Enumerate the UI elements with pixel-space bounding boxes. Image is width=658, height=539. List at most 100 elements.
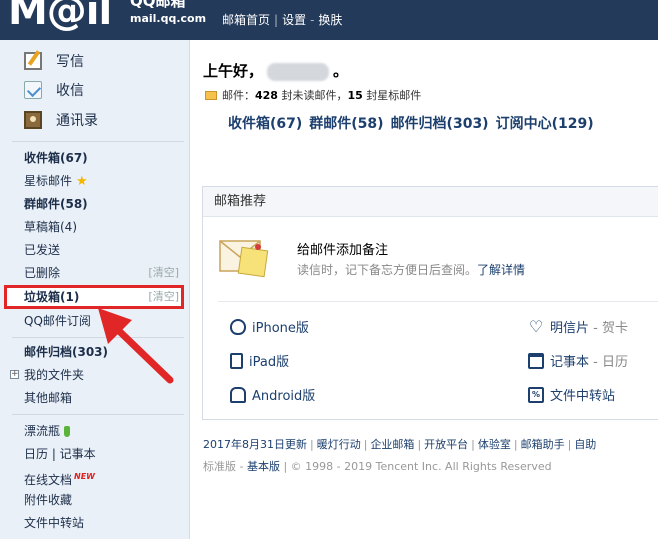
- app-postcard-label: 明信片: [550, 321, 590, 336]
- receive-label: 收信: [56, 83, 84, 99]
- top-header: M@il QQ邮箱 mail.qq.com 邮箱首页 | 设置 - 换肤: [0, 0, 658, 40]
- copyright-text: © 1998 - 2019 Tencent Inc. All Rights Re…: [290, 460, 552, 473]
- folder-spam[interactable]: 垃圾箱(1): [24, 287, 79, 307]
- envelope-icon: [205, 90, 217, 100]
- receive-button[interactable]: 收信: [24, 79, 84, 103]
- app-postcard[interactable]: ♡ 明信片 - 贺卡: [528, 316, 628, 339]
- app-postcard-sub: - 贺卡: [589, 321, 628, 336]
- new-badge: NEW: [74, 472, 95, 481]
- app-android-label: Android版: [252, 389, 316, 404]
- compose-label: 写信: [56, 54, 84, 70]
- compose-button[interactable]: 写信: [24, 50, 84, 74]
- contacts-icon: [24, 111, 42, 129]
- clear-spam-link[interactable]: [清空]: [148, 287, 179, 307]
- mail-info-prefix: 邮件：: [222, 89, 255, 102]
- app-notebook[interactable]: 记事本 - 日历: [528, 352, 628, 373]
- online-docs-label: 在线文档: [24, 473, 73, 487]
- tool-drift-bottle[interactable]: 漂流瓶: [24, 421, 71, 441]
- footer-link-open-platform[interactable]: 开放平台: [424, 438, 468, 451]
- nav-mail-home[interactable]: 邮箱首页: [222, 13, 270, 27]
- brand-text: QQ邮箱 mail.qq.com: [130, 0, 206, 26]
- quick-link-inbox[interactable]: 收件箱(67): [228, 116, 302, 132]
- unread-count[interactable]: 428: [255, 89, 278, 102]
- rec-title[interactable]: 给邮件添加备注: [297, 239, 388, 258]
- header-nav: 邮箱首页 | 设置 - 换肤: [222, 13, 343, 27]
- footer-link-lab[interactable]: 体验室: [478, 438, 511, 451]
- apple-icon: [230, 318, 246, 335]
- panel-title: 邮箱推荐: [203, 187, 658, 217]
- sidebar-divider: [12, 141, 184, 142]
- greeting-text: 上午好，: [203, 62, 264, 80]
- note-envelope-icon: [219, 240, 269, 278]
- quick-links: 收件箱(67) 群邮件(58) 邮件归档(303) 订阅中心(129): [228, 113, 601, 133]
- mail-summary: 邮件：428 封未读邮件，15 封星标邮件: [205, 87, 421, 103]
- footer-link-warm-light[interactable]: 暖灯行动: [317, 438, 361, 451]
- footer-link-assistant[interactable]: 邮箱助手: [521, 438, 565, 451]
- folder-other-mailboxes[interactable]: 其他邮箱: [24, 388, 72, 408]
- app-notebook-label: 记事本: [550, 355, 590, 370]
- app-android[interactable]: Android版: [230, 386, 316, 407]
- footer-copyright: 标准版 - 基本版 | © 1998 - 2019 Tencent Inc. A…: [203, 460, 552, 473]
- nav-skin[interactable]: 换肤: [318, 13, 342, 27]
- folder-group[interactable]: 群邮件(58): [24, 194, 88, 214]
- rec-desc: 读信时，记下备忘方便日后查阅。了解详情: [297, 261, 525, 278]
- blurred-username: [267, 62, 330, 81]
- app-file-transfer[interactable]: % 文件中转站: [528, 386, 616, 407]
- folder-deleted[interactable]: 已删除: [24, 263, 60, 283]
- file-transfer-icon: %: [528, 386, 544, 403]
- app-iphone-label: iPhone版: [252, 321, 309, 336]
- pencil-icon: [24, 52, 42, 70]
- brand-name: QQ邮箱: [130, 0, 186, 10]
- app-ipad-label: iPad版: [249, 355, 290, 370]
- folder-qq-subscription[interactable]: QQ邮件订阅: [24, 311, 91, 331]
- quick-link-group[interactable]: 群邮件(58): [309, 116, 383, 132]
- tool-online-docs[interactable]: 在线文档 NEW: [24, 467, 95, 487]
- ipad-icon: [230, 352, 243, 369]
- contacts-label: 通讯录: [56, 113, 98, 129]
- drift-bottle-label: 漂流瓶: [24, 424, 61, 438]
- contacts-button[interactable]: 通讯录: [24, 109, 98, 133]
- app-ipad[interactable]: iPad版: [230, 352, 290, 373]
- footer-link-update[interactable]: 2017年8月31日更新: [203, 438, 307, 451]
- calendar-icon: [528, 352, 544, 369]
- learn-more-link[interactable]: 了解详情: [477, 263, 525, 277]
- logo[interactable]: M@il: [8, 0, 112, 34]
- star-icon: ★: [76, 174, 88, 189]
- greeting-end: 。: [333, 62, 349, 80]
- app-iphone[interactable]: iPhone版: [230, 318, 309, 339]
- nav-settings[interactable]: 设置: [282, 13, 306, 27]
- footer-links: 2017年8月31日更新 | 暖灯行动 | 企业邮箱 | 开放平台 | 体验室 | 邮箱助手 | 自助: [203, 438, 597, 451]
- edition-standard: 标准版: [203, 460, 236, 473]
- app-file-transfer-label: 文件中转站: [550, 389, 616, 404]
- tool-calendar-notes[interactable]: 日历 | 记事本: [24, 444, 96, 464]
- panel-divider: [218, 301, 658, 302]
- folder-inbox[interactable]: 收件箱(67): [24, 148, 88, 168]
- expand-icon[interactable]: +: [10, 370, 19, 379]
- folder-starred-label: 星标邮件: [24, 174, 73, 188]
- recommend-panel: 邮箱推荐 给邮件添加备注 读信时，记下备忘方便日后查阅。了解详情 iPhone版…: [202, 186, 658, 420]
- quick-link-archive[interactable]: 邮件归档(303): [391, 116, 489, 132]
- folder-starred[interactable]: 星标邮件 ★: [24, 171, 88, 191]
- starred-suffix[interactable]: 封星标邮件: [363, 89, 421, 102]
- footer-link-self-service[interactable]: 自助: [574, 438, 596, 451]
- footer-link-enterprise[interactable]: 企业邮箱: [370, 438, 414, 451]
- unread-suffix[interactable]: 封未读邮件，: [278, 89, 347, 102]
- red-arrow-annotation: [98, 308, 174, 384]
- tool-attachment-favorites[interactable]: 附件收藏: [24, 490, 72, 510]
- tool-file-transfer[interactable]: 文件中转站: [24, 513, 84, 533]
- quick-link-subscription[interactable]: 订阅中心(129): [496, 116, 594, 132]
- clear-deleted-link[interactable]: [清空]: [148, 263, 179, 283]
- edition-basic-link[interactable]: 基本版: [247, 460, 280, 473]
- folder-my-folders[interactable]: 我的文件夹: [24, 365, 84, 385]
- folder-drafts[interactable]: 草稿箱(4): [24, 217, 77, 237]
- sidebar-divider: [12, 414, 184, 415]
- folder-sent[interactable]: 已发送: [24, 240, 60, 260]
- rec-desc-text: 读信时，记下备忘方便日后查阅。: [297, 263, 478, 277]
- brand-domain: mail.qq.com: [130, 12, 207, 25]
- inbox-icon: [24, 81, 42, 99]
- starred-count[interactable]: 15: [347, 89, 362, 102]
- android-icon: [230, 386, 246, 403]
- bottle-icon: [64, 426, 71, 437]
- app-notebook-sub: - 日历: [589, 355, 628, 370]
- heart-icon: ♡: [528, 316, 544, 336]
